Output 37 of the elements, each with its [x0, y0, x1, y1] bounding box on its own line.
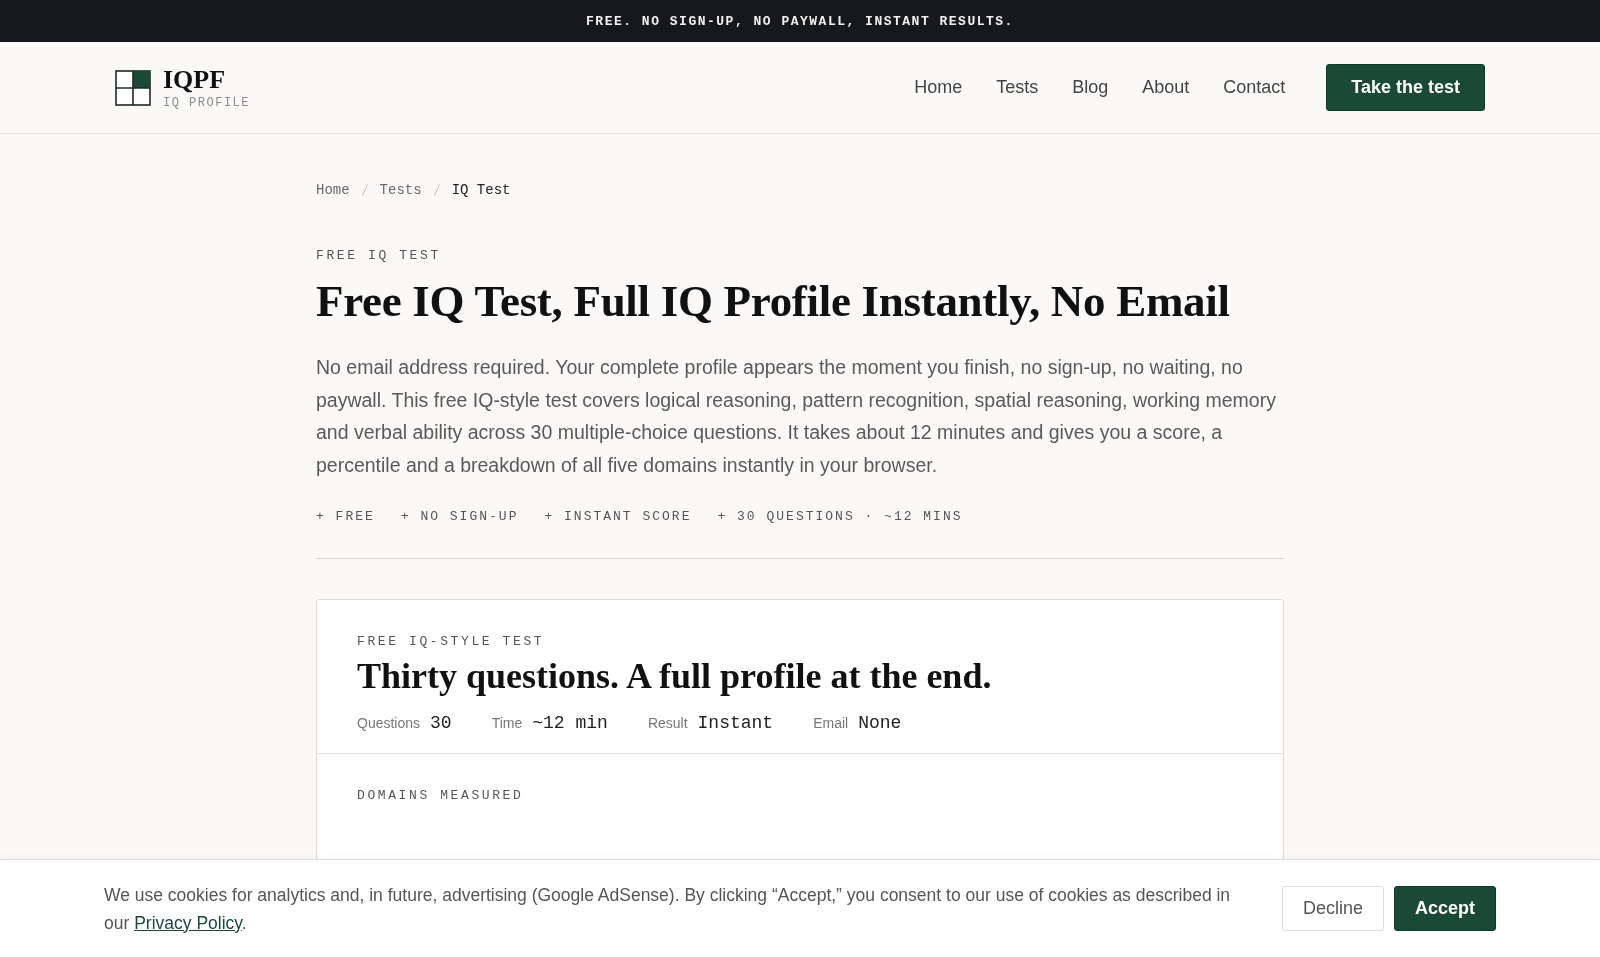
feature-tag: + 30 QUESTIONS · ~12 MINS [717, 509, 963, 525]
feature-tag: + NO SIGN-UP [400, 509, 519, 525]
intro-paragraph: No email address required. Your complete profile appears the moment you finish, no sign-up, no waiting, no paywall. This free IQ-style test covers logical reasoning, pattern recognition, spatial reasoning, working memory and verbal ability across 30 multiple-choice questions. It takes about 12 minutes and gives you a score, a percentile and a breakdown of all five domains instantly in your browser. [316, 355, 1277, 478]
nav-link[interactable]: Tests [996, 77, 1039, 98]
separator-icon [361, 184, 368, 196]
nav-link[interactable]: About [1142, 77, 1190, 98]
logo-name[interactable]: IQPF [163, 65, 250, 94]
logo-icon [115, 69, 151, 106]
breadcrumb-current[interactable]: IQ Test [451, 182, 511, 198]
breadcrumb-link[interactable]: Home [316, 182, 350, 198]
accept-button[interactable]: Accept [1393, 886, 1496, 931]
fact-value: Instant [697, 713, 774, 734]
fact-label: Result [647, 715, 688, 732]
page-title: Free IQ Test, Full IQ Profile Instantly, No Email [316, 275, 1231, 327]
section-label: DOMAINS MEASURED [357, 788, 525, 804]
feature-tag: + INSTANT SCORE [544, 509, 692, 525]
card-title: Thirty questions. A full profile at the end. [357, 655, 993, 698]
decline-button[interactable]: Decline [1281, 886, 1384, 931]
take-test-button[interactable]: Take the test [1326, 64, 1485, 111]
separator-icon [433, 184, 440, 196]
nav-link[interactable]: Home [914, 77, 963, 98]
privacy-policy-link[interactable]: Privacy Policy [134, 912, 242, 933]
fact-value: ~12 min [532, 713, 608, 734]
card-eyebrow: FREE IQ-STYLE TEST [357, 634, 546, 650]
fact-label: Email [813, 715, 849, 732]
fact-value: 30 [430, 713, 452, 734]
fact-label: Questions [357, 715, 421, 732]
breadcrumb-link[interactable]: Tests [379, 182, 422, 198]
eyebrow-label: FREE IQ TEST [316, 248, 442, 263]
nav-link[interactable]: Blog [1072, 77, 1109, 98]
logo-tagline: IQ PROFILE [163, 95, 250, 110]
nav-link[interactable]: Contact [1223, 77, 1286, 98]
fact-label: Time [491, 715, 523, 732]
feature-tag: + FREE [316, 509, 375, 525]
fact-value: None [858, 713, 902, 734]
cookie-notice: We use cookies for analytics and, in future, advertising (Google AdSense). By clicking “Accept,” you consent to our use of cookies as described in our Privacy Policy. [104, 883, 1232, 935]
announcement-text: FREE. NO SIGN-UP, NO PAYWALL, INSTANT RESULTS. [586, 13, 1014, 29]
